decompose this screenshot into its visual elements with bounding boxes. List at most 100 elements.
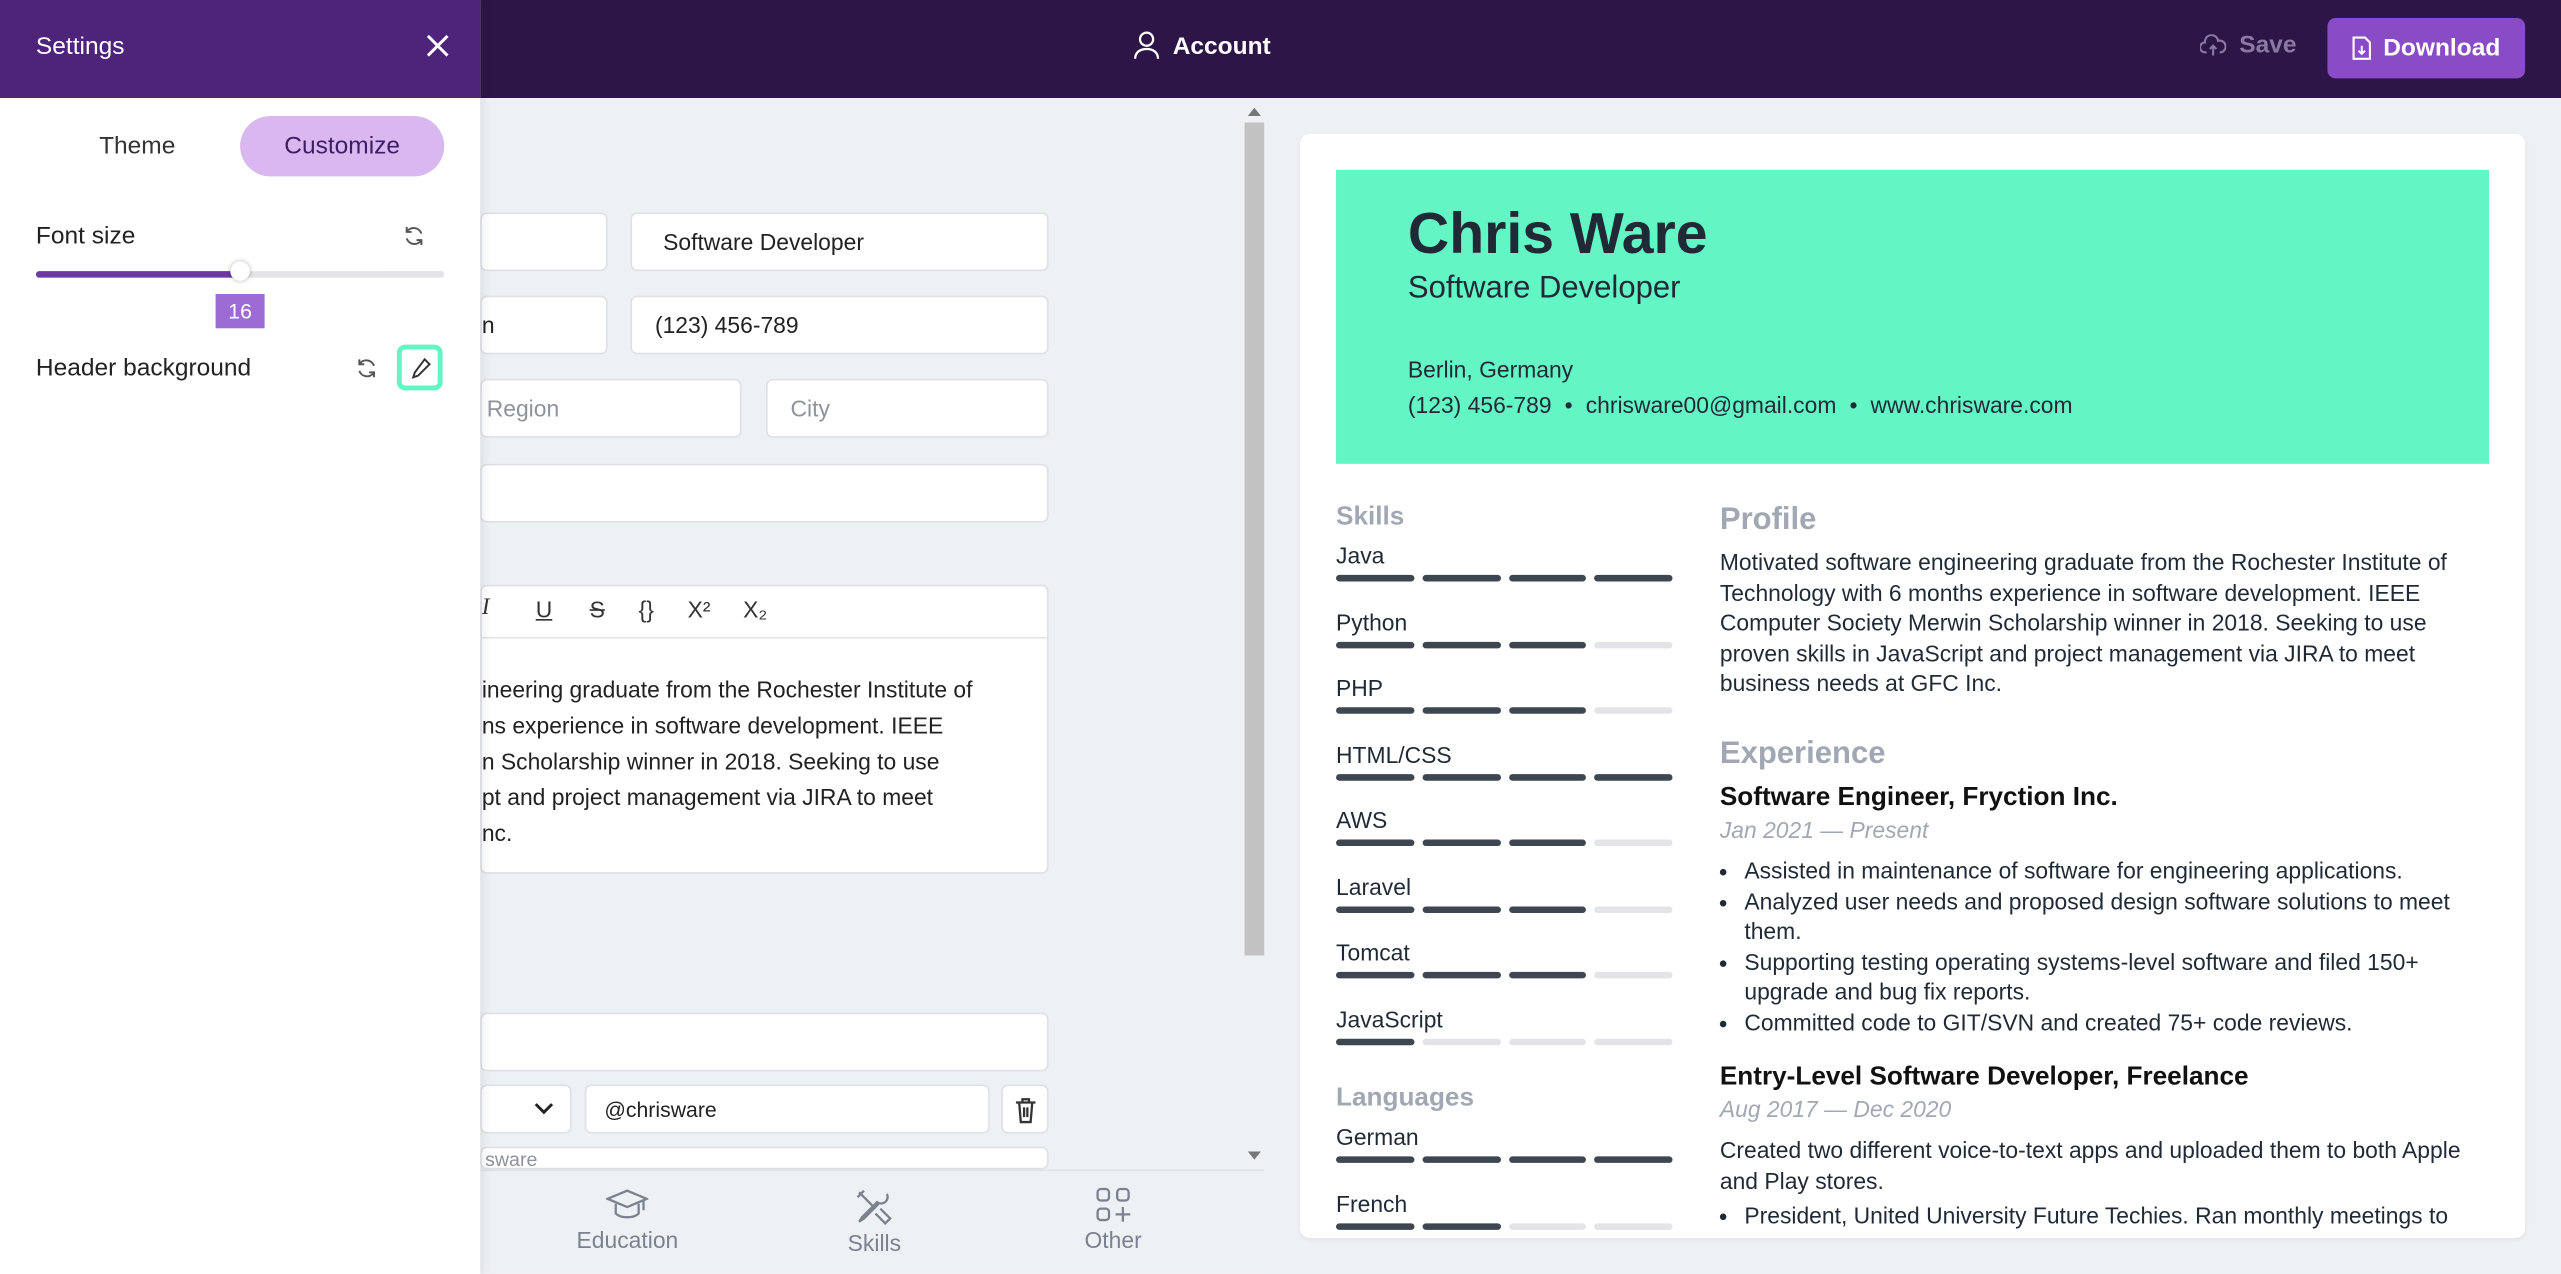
languages-heading: Languages <box>1336 1084 1475 1113</box>
nav-skills[interactable]: Skills <box>848 1187 901 1256</box>
skill-item: Laravel <box>1336 872 1673 913</box>
nav-skills-label: Skills <box>847 1229 902 1257</box>
level-segment <box>1508 905 1587 913</box>
tab-customize[interactable]: Customize <box>240 115 445 177</box>
level-segment <box>1336 839 1415 847</box>
code-button[interactable]: {} <box>639 596 654 622</box>
social-network-select[interactable] <box>480 1084 572 1134</box>
cloud-upload-icon <box>2200 33 2227 55</box>
settings-panel: Settings Theme Customize Font size 16 He… <box>0 0 481 1274</box>
eyedropper-icon <box>410 357 431 379</box>
font-size-slider-knob[interactable] <box>230 261 250 281</box>
level-segment <box>1336 707 1415 714</box>
social-url-field[interactable] <box>480 1012 1049 1072</box>
language-level <box>1336 1156 1673 1163</box>
underline-button[interactable]: U <box>536 596 553 622</box>
name-field[interactable] <box>480 212 608 272</box>
italic-button[interactable]: I <box>482 596 490 622</box>
level-segment <box>1594 1037 1673 1045</box>
level-segment <box>1336 773 1415 780</box>
level-segment <box>1594 971 1673 979</box>
level-segment <box>1422 971 1501 979</box>
scroll-thumb[interactable] <box>1244 122 1265 956</box>
resume-job-title: Software Developer <box>1407 271 1681 306</box>
superscript-button[interactable]: X² <box>688 596 711 622</box>
delete-social-button[interactable] <box>1001 1084 1049 1134</box>
separator: • <box>1564 391 1573 419</box>
skill-name: Laravel <box>1336 872 1412 900</box>
level-segment <box>1422 641 1501 648</box>
level-segment <box>1336 1037 1415 1045</box>
language-item: German <box>1336 1124 1673 1163</box>
profile-editor[interactable]: I U S {} X² X₂ ineering graduate from th… <box>480 584 1049 874</box>
save-label: Save <box>2239 31 2297 59</box>
level-segment <box>1508 1156 1587 1163</box>
download-label: Download <box>2383 34 2501 63</box>
skill-level <box>1336 905 1673 913</box>
chevron-down-icon <box>534 1103 554 1115</box>
list-item: President, United University Future Tech… <box>1744 1200 2487 1230</box>
level-segment <box>1594 707 1673 714</box>
font-size-slider-fill <box>35 271 241 278</box>
resume-phone: (123) 456-789 <box>1407 391 1552 419</box>
nav-education[interactable]: Education <box>576 1187 679 1253</box>
skill-name: Tomcat <box>1336 939 1410 966</box>
settings-title: Settings <box>35 32 125 61</box>
separator: • <box>1849 391 1858 419</box>
reset-header-background-icon[interactable] <box>356 358 377 379</box>
skill-item: HTML/CSS <box>1336 741 1673 780</box>
city-field[interactable]: City <box>766 378 1049 438</box>
nav-other-label: Other <box>1084 1226 1142 1253</box>
skill-item: Python <box>1336 608 1673 648</box>
header-background-color-picker[interactable] <box>396 344 443 391</box>
level-segment <box>1594 641 1673 648</box>
tab-theme[interactable]: Theme <box>36 116 239 176</box>
level-segment <box>1422 574 1501 582</box>
editor-text[interactable]: ineering graduate from the Rochester Ins… <box>482 671 973 851</box>
address-field[interactable] <box>480 463 1049 523</box>
level-segment <box>1336 905 1415 913</box>
phone-field[interactable]: (123) 456-789 <box>630 295 1049 355</box>
reset-font-size-icon[interactable] <box>403 225 424 246</box>
list-item: Assisted in maintenance of software for … <box>1744 856 2487 886</box>
level-segment <box>1594 574 1673 582</box>
region-field[interactable]: Region <box>480 378 742 438</box>
level-segment <box>1422 839 1501 847</box>
skill-level <box>1336 641 1673 648</box>
settings-header: Settings <box>0 0 481 98</box>
font-size-slider[interactable] <box>35 261 445 281</box>
scroll-down-arrow[interactable] <box>1247 1151 1261 1160</box>
profile-heading: Profile <box>1719 503 1817 538</box>
level-segment <box>1594 1156 1673 1163</box>
job-title-field[interactable]: Software Developer <box>630 212 1049 272</box>
level-segment <box>1508 641 1587 648</box>
skill-name: AWS <box>1336 806 1388 833</box>
resume-header: Chris Ware Software Developer Berlin, Ge… <box>1336 169 2490 464</box>
strikethrough-button[interactable]: S <box>590 596 605 622</box>
level-segment <box>1336 1222 1415 1230</box>
level-segment <box>1594 839 1673 847</box>
form-scrollbar[interactable] <box>1244 97 1265 1170</box>
social-handle-field[interactable]: @chrisware <box>584 1084 990 1134</box>
tools-icon <box>857 1189 893 1225</box>
level-segment <box>1422 773 1501 780</box>
save-button[interactable]: Save <box>2200 31 2296 59</box>
language-item: French <box>1336 1190 1673 1230</box>
resume-contact: (123) 456-789 • chrisware00@gmail.com • … <box>1408 392 2073 418</box>
name-partial-field[interactable]: n <box>480 295 608 355</box>
header-background-label: Header background <box>35 354 252 383</box>
social-url-field-2[interactable]: sware <box>480 1146 1049 1170</box>
close-icon[interactable] <box>425 33 451 59</box>
job-2-description: Created two different voice-to-text apps… <box>1719 1136 2461 1194</box>
skill-item: Java <box>1336 542 1673 582</box>
nav-education-label: Education <box>576 1226 679 1253</box>
subscript-button[interactable]: X₂ <box>743 596 767 622</box>
download-button[interactable]: Download <box>2327 17 2526 79</box>
skill-item: PHP <box>1336 675 1673 714</box>
account-button[interactable]: Account <box>1134 31 1271 60</box>
file-download-icon <box>2352 36 2372 60</box>
job-1-bullets: Assisted in maintenance of software for … <box>1720 856 2488 1037</box>
nav-other[interactable]: Other <box>1084 1187 1142 1253</box>
level-segment <box>1508 707 1587 714</box>
scroll-up-arrow[interactable] <box>1247 107 1261 116</box>
